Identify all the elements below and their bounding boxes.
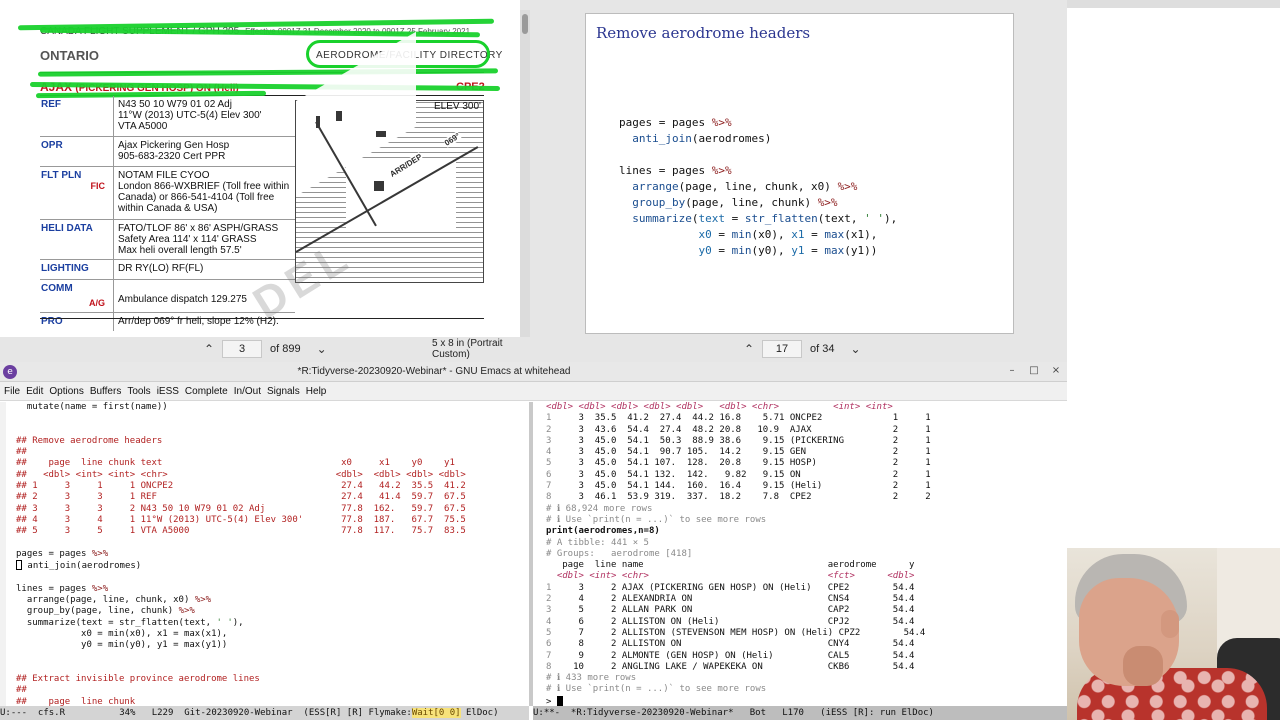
slide-page-input[interactable]: 17 xyxy=(762,340,802,358)
menu-file[interactable]: File xyxy=(4,386,20,397)
page-of-label: of 899 xyxy=(262,343,309,355)
presenter-ear xyxy=(1161,610,1179,638)
map-label: 069° xyxy=(442,131,462,148)
maximize-icon[interactable]: □ xyxy=(1023,365,1045,379)
map-building xyxy=(336,111,342,121)
table-row: OPR Ajax Pickering Gen Hosp 905-683-2320… xyxy=(40,137,295,167)
scrollbar-thumb[interactable] xyxy=(522,14,528,34)
page-of-label: of 34 xyxy=(802,343,843,355)
of-text: of xyxy=(810,343,820,355)
table-row: REF N43 50 10 W79 01 02 Adj 11°W (2013) … xyxy=(40,96,295,137)
close-icon[interactable]: × xyxy=(1045,365,1067,379)
menu-tools[interactable]: Tools xyxy=(127,386,150,397)
page-total: 34 xyxy=(822,343,835,355)
row-label: OPR xyxy=(41,140,63,151)
menu-in-out[interactable]: In/Out xyxy=(234,386,261,397)
menu-signals[interactable]: Signals xyxy=(267,386,300,397)
emacs-titlebar: e *R:Tidyverse-20230920-Webinar* - GNU E… xyxy=(0,362,1067,382)
row-label: LIGHTING xyxy=(41,263,89,274)
map-building xyxy=(316,116,320,128)
map-heli-pad xyxy=(374,181,384,191)
menu-buffers[interactable]: Buffers xyxy=(90,386,122,397)
row-value: Ajax Pickering Gen Hosp 905-683-2320 Cer… xyxy=(113,137,295,167)
modeline-text: U:--- cfs.R 34% L229 Git-20230920-Webina… xyxy=(0,708,412,718)
emacs-window: e *R:Tidyverse-20230920-Webinar* - GNU E… xyxy=(0,362,1067,720)
presenter-webcam xyxy=(1067,548,1280,720)
table-row: HELI DATA FATO/TLOF 86' x 86' ASPH/GRASS… xyxy=(40,220,295,260)
row-value: N43 50 10 W79 01 02 Adj 11°W (2013) UTC-… xyxy=(113,96,295,137)
pdf-viewer-left: CANADA FLIGHT SUPPLEMENT / GPH 205Effect… xyxy=(0,0,533,362)
pdf-page: CANADA FLIGHT SUPPLEMENT / GPH 205Effect… xyxy=(0,0,520,337)
minimize-icon[interactable]: – xyxy=(1001,365,1023,379)
row-label: REF xyxy=(41,99,61,110)
r-console-buffer[interactable]: <dbl> <dbl> <dbl> <dbl> <dbl> <dbl> <chr… xyxy=(533,402,1063,706)
flymake-status: Wait[0 0] xyxy=(411,708,461,718)
presenter-hand xyxy=(1123,646,1163,686)
window-edge xyxy=(1067,0,1280,8)
window-title: *R:Tidyverse-20230920-Webinar* - GNU Ema… xyxy=(297,366,571,377)
row-sublabel: A/G xyxy=(88,298,105,308)
table-row: PRO Arr/dep 069° fr heli, slope 12% (H2)… xyxy=(40,313,295,331)
row-sublabel: FIC xyxy=(90,181,106,191)
row-label: FLT PLN xyxy=(41,170,82,181)
chevron-down-icon[interactable]: ⌄ xyxy=(843,342,869,356)
desktop-background xyxy=(1067,0,1280,362)
row-value: FATO/TLOF 86' x 86' ASPH/GRASS Safety Ar… xyxy=(113,220,295,260)
slide-page: Remove aerodrome headers pages = pages %… xyxy=(585,13,1014,334)
table-row: FLT PLN FIC NOTAM FILE CYOO London 866-W… xyxy=(40,167,295,220)
slide-title: Remove aerodrome headers xyxy=(596,24,811,42)
chevron-up-icon[interactable]: ⌃ xyxy=(196,342,222,356)
chevron-up-icon[interactable]: ⌃ xyxy=(736,342,762,356)
menu-help[interactable]: Help xyxy=(306,386,327,397)
menu-iess[interactable]: iESS xyxy=(157,386,179,397)
pdf-viewer-right: Remove aerodrome headers pages = pages %… xyxy=(533,0,1067,362)
footer-rule xyxy=(40,318,484,319)
elevation-label: ELEV 300' xyxy=(434,101,481,112)
of-text: of xyxy=(270,343,280,355)
modeline-tail: ElDoc) xyxy=(460,708,499,718)
modeline-left: U:--- cfs.R 34% L229 Git-20230920-Webina… xyxy=(0,706,529,720)
menu-options[interactable]: Options xyxy=(49,386,83,397)
page-size-label: 5 x 8 in (Portrait Custom) xyxy=(432,338,503,360)
slide-code: pages = pages %>% anti_join(aerodromes) … xyxy=(619,116,898,257)
modeline-right: U:**- *R:Tidyverse-20230920-Webinar* Bot… xyxy=(533,706,1067,720)
menu-bar: File Edit Options Buffers Tools iESS Com… xyxy=(0,382,1067,401)
menu-edit[interactable]: Edit xyxy=(26,386,43,397)
map-building xyxy=(376,131,386,137)
source-buffer-cfs-r[interactable]: mutate(name = first(name)) ## Remove aer… xyxy=(0,402,529,706)
page-number-input[interactable]: 3 xyxy=(222,340,262,358)
page-total: 899 xyxy=(282,343,301,355)
slide-page-navigator: ⌃ 17 of 34 ⌄ xyxy=(736,337,869,361)
row-label: HELI DATA xyxy=(41,223,93,234)
table-row: LIGHTING DR RY(LO) RF(FL) xyxy=(40,260,295,280)
menu-complete[interactable]: Complete xyxy=(185,386,228,397)
highlight-stroke xyxy=(37,68,499,77)
row-value: NOTAM FILE CYOO London 866-WXBRIEF (Toll… xyxy=(113,167,295,220)
chevron-down-icon[interactable]: ⌄ xyxy=(309,342,335,356)
page-navigator: ⌃ 3 of 899 ⌄ xyxy=(196,337,335,361)
vertical-scrollbar[interactable] xyxy=(520,10,530,337)
province-heading: ONTARIO xyxy=(40,48,99,63)
row-label: COMM xyxy=(41,283,73,294)
emacs-logo-icon: e xyxy=(3,364,17,379)
